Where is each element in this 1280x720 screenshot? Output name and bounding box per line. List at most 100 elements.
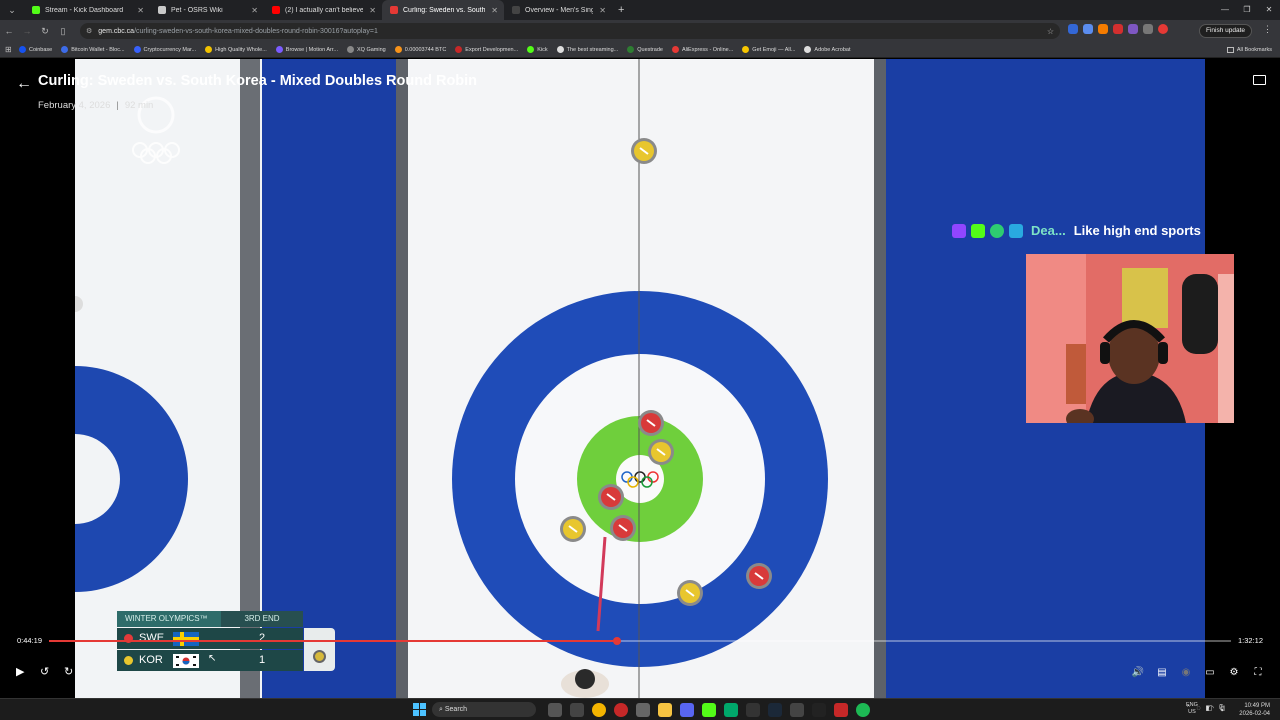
bookmark-item[interactable]: Get Emoji — All... (742, 46, 795, 53)
browser-tab[interactable]: Stream - Kick Dashboard ✕ (24, 0, 150, 20)
bookmark-label: 0.00003744 BTC (404, 46, 447, 53)
reload-icon[interactable]: ↻ (36, 26, 54, 37)
extension-icon[interactable] (1068, 24, 1078, 34)
file-explorer-icon[interactable] (658, 703, 672, 717)
cast-icon[interactable] (1253, 75, 1266, 85)
extension-icon[interactable] (1113, 24, 1123, 34)
kick-icon[interactable] (702, 703, 716, 717)
tab-favicon-icon (158, 6, 166, 14)
bookmark-item[interactable]: The best streaming... (556, 46, 618, 53)
bookmark-item[interactable]: Export Developmen... (455, 46, 518, 53)
bookmark-item[interactable]: Coinbase (19, 46, 52, 53)
bookmark-item[interactable]: Questrade (627, 46, 663, 53)
bookmark-item[interactable]: XQ Gaming (346, 46, 386, 53)
extension-icon[interactable] (1098, 24, 1108, 34)
tab-favicon-icon (272, 6, 280, 14)
team-score: 2 (258, 632, 266, 644)
minimize-icon[interactable]: — (1214, 0, 1236, 20)
bookmark-label: Export Developmen... (465, 46, 519, 53)
task-view-icon[interactable] (548, 703, 562, 717)
extension-icon[interactable] (1128, 24, 1138, 34)
close-tab-icon[interactable]: ✕ (137, 6, 144, 15)
forward-icon[interactable]: → (18, 26, 36, 36)
steam-icon[interactable] (768, 703, 782, 717)
volume-icon[interactable]: 🔊 (1126, 667, 1150, 678)
play-icon[interactable]: ▶ (16, 665, 24, 678)
bookmark-item[interactable]: 0.00003744 BTC (394, 46, 447, 53)
address-bar[interactable]: ⚙ gem.cbc.ca/curling-sweden-vs-south-kor… (80, 23, 1060, 39)
close-window-icon[interactable]: ✕ (1258, 0, 1280, 20)
bookmark-favicon-icon (394, 46, 402, 53)
bookmark-label: XQ Gaming (356, 46, 386, 53)
rewind-10-icon[interactable]: ↺ (40, 665, 49, 678)
app-icon[interactable] (790, 703, 804, 717)
speaker-icon: ◁ (1219, 705, 1225, 712)
browser-tab[interactable]: Pet - OSRS Wiki ✕ (150, 0, 264, 20)
windows-start-icon[interactable] (413, 703, 426, 716)
url-path: /curling-sweden-vs-south-korea-mixed-dou… (134, 27, 378, 35)
app-icon[interactable] (636, 703, 650, 717)
forward-10-icon[interactable]: ↻ (64, 665, 73, 678)
app-icon[interactable] (746, 703, 760, 717)
taskbar-clock[interactable]: 10:49 PM 2026-02-04 (1239, 702, 1270, 718)
puzzle-icon[interactable] (1143, 24, 1153, 34)
yellow-stone (631, 138, 657, 164)
close-tab-icon[interactable]: ✕ (251, 6, 258, 15)
app-icon[interactable] (834, 703, 848, 717)
translate-icon[interactable] (1083, 24, 1093, 34)
new-tab-icon[interactable]: + (618, 4, 624, 16)
apps-icon[interactable]: ⊞ (5, 45, 19, 54)
close-tab-icon[interactable]: ✕ (599, 6, 606, 15)
bookmark-item[interactable]: Bitcoin Wallet - Bloc... (61, 46, 125, 53)
seek-handle[interactable] (613, 637, 621, 645)
stream-chat-overlay: Dea... Like high end sports (952, 223, 1201, 238)
audio-description-icon[interactable]: ◉ (1174, 667, 1198, 678)
language-indicator[interactable]: ENG US (1186, 702, 1198, 716)
bookmark-favicon-icon (275, 46, 283, 53)
back-icon[interactable]: ← (0, 26, 18, 36)
video-player[interactable]: ← Curling: Sweden vs. South Korea - Mixe… (0, 59, 1280, 698)
close-tab-icon[interactable]: ✕ (491, 6, 498, 15)
all-bookmarks-button[interactable]: All Bookmarks (1226, 46, 1272, 53)
side-panel-icon[interactable]: ▯ (54, 26, 72, 37)
browser-tab[interactable]: Curling: Sweden vs. South Korea - Mi... ✕ (382, 0, 504, 20)
video-title: Curling: Sweden vs. South Korea - Mixed … (38, 73, 478, 89)
chrome-icon[interactable] (592, 703, 606, 717)
browser-tab[interactable]: (2) I actually can't believe this... ✕ (264, 0, 382, 20)
tab-title: Overview - Men's Singles | Mila... (525, 6, 594, 14)
bookmark-item[interactable]: High Quality Whole... (205, 46, 267, 53)
network-volume-tray[interactable]: ◠ ◁ (1208, 704, 1225, 712)
bookmark-item[interactable]: AliExpress - Online... (671, 46, 733, 53)
captions-icon[interactable]: ▤ (1150, 667, 1174, 678)
site-info-icon[interactable]: ⚙ (86, 27, 92, 35)
finish-update-button[interactable]: Finish update (1198, 24, 1252, 38)
webcam-overlay (1026, 254, 1234, 423)
app-icon[interactable] (614, 703, 628, 717)
bookmark-label: Kick (537, 46, 548, 53)
app-icon[interactable] (812, 703, 826, 717)
bookmark-item[interactable]: Browse | Motion Arr... (275, 46, 338, 53)
close-tab-icon[interactable]: ✕ (369, 6, 376, 15)
bookmark-item[interactable]: Adobe Acrobat (804, 46, 851, 53)
maximize-icon[interactable]: ❐ (1236, 0, 1258, 20)
menu-icon[interactable]: ⋮ (1263, 24, 1272, 35)
scoreboard-end: 3RD END (221, 611, 303, 627)
bookmark-item[interactable]: Cryptocurrency Mar... (133, 46, 196, 53)
bookmark-star-icon[interactable]: ☆ (1047, 27, 1054, 36)
profile-avatar[interactable] (1158, 24, 1168, 34)
spotify-icon[interactable] (856, 703, 870, 717)
bookmark-item[interactable]: Kick (527, 46, 548, 53)
app-icon[interactable] (570, 703, 584, 717)
picture-in-picture-icon[interactable]: ▭ (1198, 667, 1222, 678)
url-host: gem.cbc.ca (98, 27, 135, 35)
taskbar-search[interactable]: ⌕ Search (432, 702, 536, 717)
fullscreen-icon[interactable]: ⛶ (1246, 667, 1270, 678)
settings-icon[interactable]: ⚙ (1222, 667, 1246, 678)
tab-list: Stream - Kick Dashboard ✕ Pet - OSRS Wiki ✕… (24, 0, 612, 20)
app-icon[interactable] (724, 703, 738, 717)
browser-tab[interactable]: Overview - Men's Singles | Mila... ✕ (504, 0, 612, 20)
back-arrow-icon[interactable]: ← (16, 75, 32, 93)
tab-search-icon[interactable]: ⌄ (4, 2, 20, 18)
discord-icon[interactable] (680, 703, 694, 717)
seek-bar[interactable] (49, 637, 1231, 645)
